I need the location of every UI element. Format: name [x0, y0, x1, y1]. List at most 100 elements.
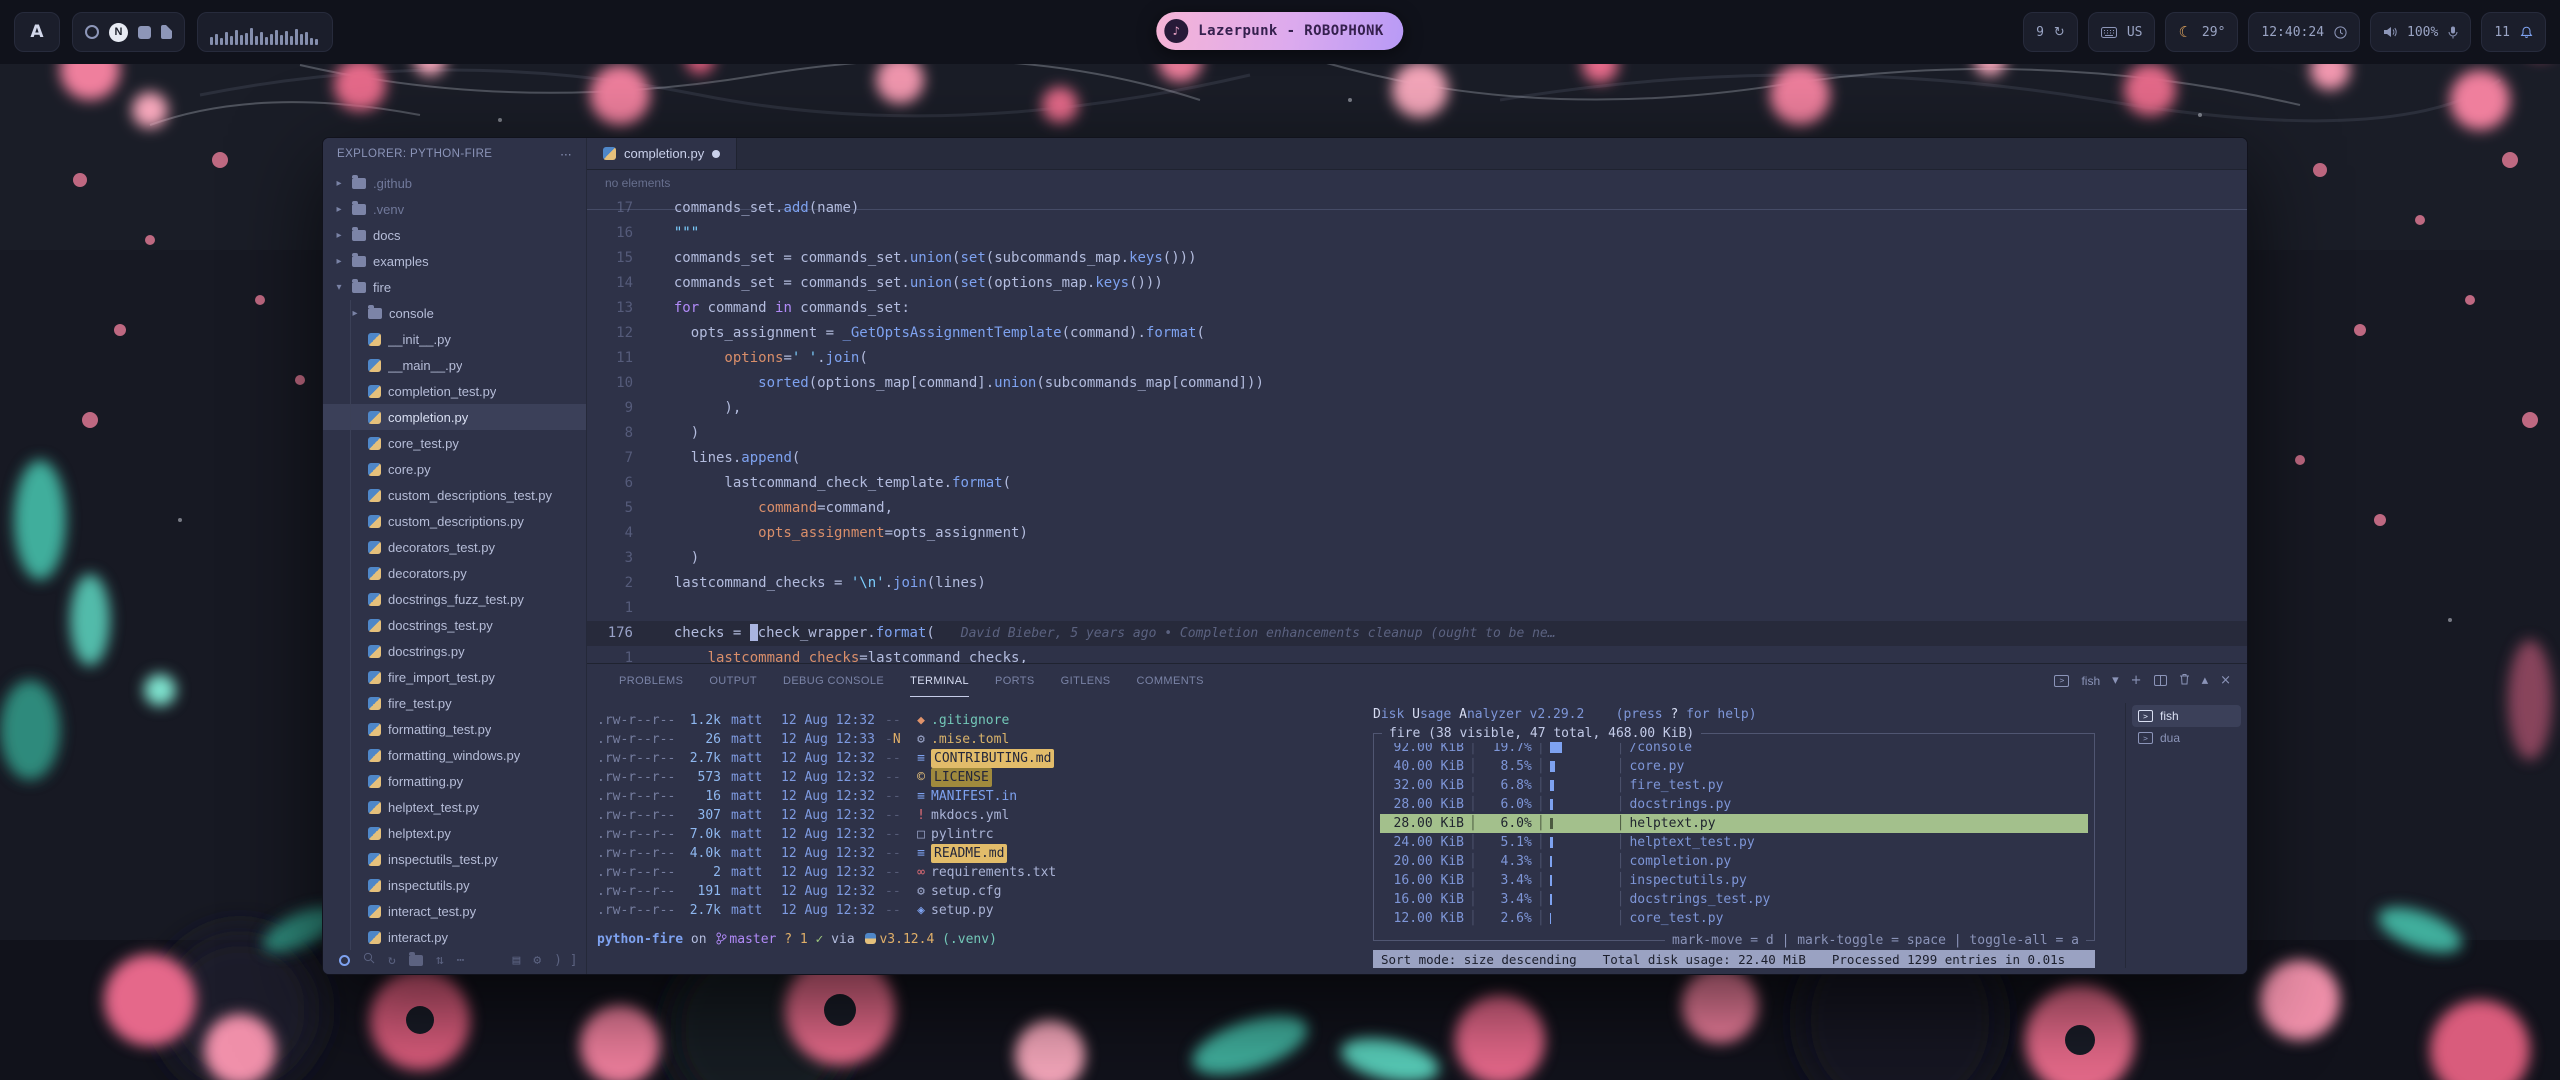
code-line[interactable]: 7 lines.append(: [587, 446, 2247, 471]
code-line[interactable]: 15 commands_set = commands_set.union(set…: [587, 246, 2247, 271]
sidebar-item-helptext-py[interactable]: helptext.py: [323, 820, 586, 846]
code-editor[interactable]: 17 commands_set.add(name)16 """15 comman…: [587, 196, 2247, 663]
folder-icon[interactable]: [409, 955, 423, 966]
code-line[interactable]: 176 checks = check_wrapper.format(David …: [587, 621, 2247, 646]
sidebar-item-inspectutils-test-py[interactable]: inspectutils_test.py: [323, 846, 586, 872]
sidebar-item-examples[interactable]: ▸examples: [323, 248, 586, 274]
split-terminal-icon[interactable]: [2154, 675, 2167, 686]
code-line[interactable]: 6 lastcommand_check_template.format(: [587, 471, 2247, 496]
sidebar-item-decorators-test-py[interactable]: decorators_test.py: [323, 534, 586, 560]
chevron-down-icon[interactable]: ▾: [2112, 673, 2119, 688]
sidebar-item-fire-import-test-py[interactable]: fire_import_test.py: [323, 664, 586, 690]
sidebar-item-inspectutils-py[interactable]: inspectutils.py: [323, 872, 586, 898]
code-line[interactable]: 16 """: [587, 221, 2247, 246]
keyboard-layout[interactable]: US: [2088, 12, 2156, 52]
code-line[interactable]: 1 lastcommand_checks=lastcommand_checks,: [587, 646, 2247, 663]
sidebar-item-custom-descriptions-py[interactable]: custom_descriptions.py: [323, 508, 586, 534]
sidebar-item--github[interactable]: ▸.github: [323, 170, 586, 196]
trash-icon[interactable]: [2179, 673, 2190, 689]
sidebar-item-completion-test-py[interactable]: completion_test.py: [323, 378, 586, 404]
terminal-area[interactable]: .rw-r--r--1.2kmatt12 Aug 12:32--◆.gitign…: [587, 697, 2247, 974]
shell-prompt[interactable]: python-fire on master ? 1 ✓ via v3.12.4 …: [597, 930, 1367, 951]
workspace-square-icon[interactable]: [138, 26, 151, 39]
code-line[interactable]: 8 ): [587, 421, 2247, 446]
sidebar-item-helptext-test-py[interactable]: helptext_test.py: [323, 794, 586, 820]
sidebar-item-docs[interactable]: ▸docs: [323, 222, 586, 248]
workspace-n-badge[interactable]: N: [109, 23, 128, 42]
launcher-button[interactable]: A: [14, 12, 60, 52]
code-line[interactable]: 9 ),: [587, 396, 2247, 421]
dua-row-helptext-py[interactable]: 28.00 KiB│6.0%││helptext.py: [1380, 814, 2088, 833]
sidebar-item-docstrings-py[interactable]: docstrings.py: [323, 638, 586, 664]
code-line[interactable]: 11 options=' '.join(: [587, 346, 2247, 371]
code-line[interactable]: 2 lastcommand_checks = '\n'.join(lines): [587, 571, 2247, 596]
sidebar-item--init-py[interactable]: __init__.py: [323, 326, 586, 352]
terminal-list-item-fish[interactable]: >fish: [2132, 705, 2241, 727]
sidebar-item-formatting-py[interactable]: formatting.py: [323, 768, 586, 794]
panel-tab-comments[interactable]: COMMENTS: [1137, 664, 1204, 697]
layout-grid-icon[interactable]: ▤: [512, 953, 520, 968]
sidebar-item-fire[interactable]: ▾fire: [323, 274, 586, 300]
panel-tab-debug-console[interactable]: DEBUG CONSOLE: [783, 664, 884, 697]
sidebar-item-console[interactable]: ▸console: [323, 300, 586, 326]
tab-completion-py[interactable]: completion.py: [587, 138, 737, 169]
refresh-icon[interactable]: ↻: [388, 953, 396, 968]
dua-row-docstrings-test-py[interactable]: 16.00 KiB│3.4%││docstrings_test.py: [1380, 890, 2088, 909]
gear-icon[interactable]: ⚙: [533, 953, 541, 968]
panel-tab-problems[interactable]: PROBLEMS: [619, 664, 683, 697]
sidebar-item-core-test-py[interactable]: core_test.py: [323, 430, 586, 456]
dua-row-docstrings-py[interactable]: 28.00 KiB│6.0%││docstrings.py: [1380, 795, 2088, 814]
workspace-circle-icon[interactable]: [85, 25, 99, 39]
code-line[interactable]: 10 sorted(options_map[command].union(sub…: [587, 371, 2247, 396]
new-terminal-button[interactable]: +: [2131, 673, 2142, 688]
updates-indicator[interactable]: 9 ↻: [2023, 12, 2078, 52]
terminal-profile-label[interactable]: fish: [2081, 674, 2100, 688]
sidebar-item-formatting-windows-py[interactable]: formatting_windows.py: [323, 742, 586, 768]
system-graph-widget[interactable]: [197, 12, 333, 52]
audio-widget[interactable]: 100%: [2370, 12, 2471, 52]
breadcrumb[interactable]: no elements: [587, 170, 2247, 196]
terminal-list-item-dua[interactable]: >dua: [2132, 727, 2241, 749]
code-line[interactable]: 13 for command in commands_set:: [587, 296, 2247, 321]
sidebar-item-fire-test-py[interactable]: fire_test.py: [323, 690, 586, 716]
close-panel-icon[interactable]: ×: [2220, 673, 2231, 688]
panel-tab-ports[interactable]: PORTS: [995, 664, 1035, 697]
code-line[interactable]: 5 command=command,: [587, 496, 2247, 521]
chevron-up-icon[interactable]: ▴: [2202, 673, 2209, 688]
sidebar-item--venv[interactable]: ▸.venv: [323, 196, 586, 222]
sidebar-item-docstrings-test-py[interactable]: docstrings_test.py: [323, 612, 586, 638]
sidebar-item-decorators-py[interactable]: decorators.py: [323, 560, 586, 586]
modified-dot-icon[interactable]: [712, 150, 720, 158]
panel-tab-terminal[interactable]: TERMINAL: [910, 664, 969, 697]
dua-row-core-test-py[interactable]: 12.00 KiB│2.6%││core_test.py: [1380, 909, 2088, 928]
sidebar-item-interact-test-py[interactable]: interact_test.py: [323, 898, 586, 924]
sidebar-item-formatting-test-py[interactable]: formatting_test.py: [323, 716, 586, 742]
dua-row-core-py[interactable]: 40.00 KiB│8.5%││core.py: [1380, 757, 2088, 776]
notification-toast[interactable]: ♪ Lazerpunk - ROBOPHONK: [1156, 12, 1403, 50]
code-line[interactable]: 3 ): [587, 546, 2247, 571]
search-icon[interactable]: [363, 952, 375, 968]
code-line[interactable]: 14 commands_set = commands_set.union(set…: [587, 271, 2247, 296]
sort-arrows-icon[interactable]: ⇅: [436, 953, 444, 968]
dua-row-fire-test-py[interactable]: 32.00 KiB│6.8%││fire_test.py: [1380, 776, 2088, 795]
sidebar-item-core-py[interactable]: core.py: [323, 456, 586, 482]
sidebar-item-custom-descriptions-test-py[interactable]: custom_descriptions_test.py: [323, 482, 586, 508]
workspace-file-icon[interactable]: [161, 25, 172, 39]
clock-widget[interactable]: 12:40:24: [2248, 12, 2360, 52]
code-line[interactable]: 4 opts_assignment=opts_assignment): [587, 521, 2247, 546]
notifications-indicator[interactable]: 11: [2481, 12, 2546, 52]
more-icon[interactable]: ⋯: [457, 953, 465, 968]
remote-indicator-icon[interactable]: [339, 955, 350, 966]
dua-row-helptext-test-py[interactable]: 24.00 KiB│5.1%││helptext_test.py: [1380, 833, 2088, 852]
panel-tab-gitlens[interactable]: GITLENS: [1061, 664, 1111, 697]
sidebar-item--main-py[interactable]: __main__.py: [323, 352, 586, 378]
sidebar-item-docstrings-fuzz-test-py[interactable]: docstrings_fuzz_test.py: [323, 586, 586, 612]
code-line[interactable]: 12 opts_assignment = _GetOptsAssignmentT…: [587, 321, 2247, 346]
dua-row-completion-py[interactable]: 20.00 KiB│4.3%││completion.py: [1380, 852, 2088, 871]
panel-tab-output[interactable]: OUTPUT: [709, 664, 757, 697]
dua-row-inspectutils-py[interactable]: 16.00 KiB│3.4%││inspectutils.py: [1380, 871, 2088, 890]
sidebar-item-completion-py[interactable]: completion.py: [323, 404, 586, 430]
explorer-more-icon[interactable]: ⋯: [560, 147, 572, 161]
weather-widget[interactable]: ☾ 29°: [2165, 12, 2238, 52]
code-line[interactable]: 1: [587, 596, 2247, 621]
